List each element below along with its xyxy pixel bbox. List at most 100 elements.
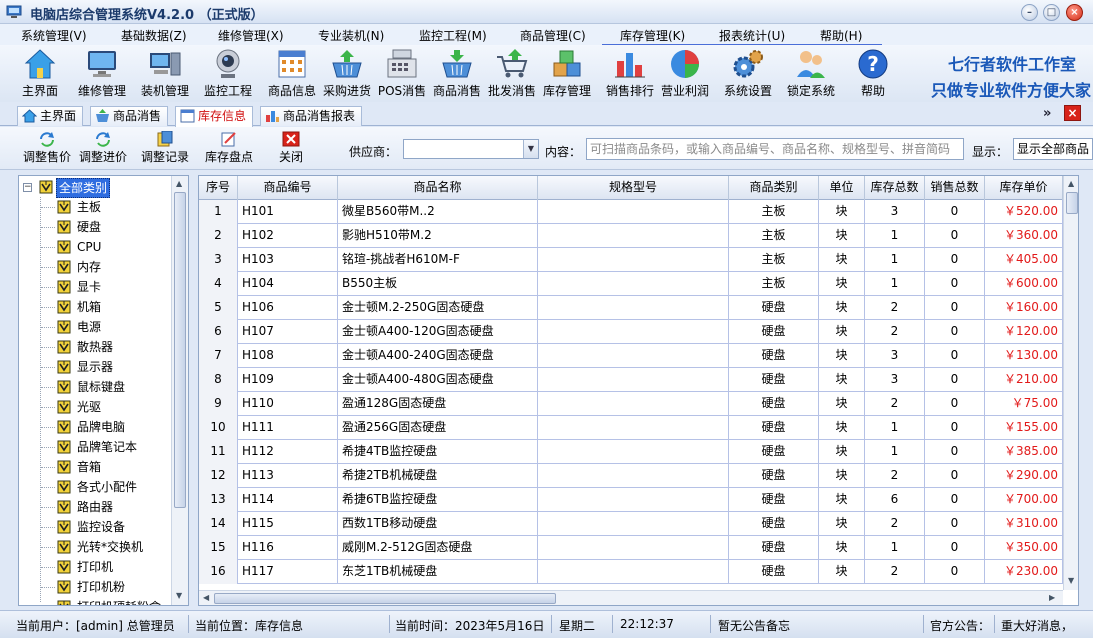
tree-item[interactable]: 监控设备 [19,517,169,537]
display-filter-select[interactable]: 显示全部商品 [1013,138,1093,160]
maximize-button[interactable]: □ [1043,4,1060,21]
menu-help[interactable]: 帮助(H) [820,27,862,44]
collapse-icon[interactable]: − [23,183,32,192]
table-row[interactable]: 5 H106 金士顿M.2-250G固态硬盘 硬盘块 2 0 ￥160.00 [199,296,1063,320]
column-header[interactable]: 商品类别 [729,176,819,200]
toolbar-goods-sales-button[interactable]: 商品消售 [426,45,488,101]
table-row[interactable]: 11 H112 希捷4TB监控硬盘 硬盘块 1 0 ￥385.00 [199,440,1063,464]
tree-item[interactable]: 品牌电脑 [19,417,169,437]
grid-vertical-scrollbar[interactable]: ▲ ▼ [1063,176,1078,590]
scroll-up-icon[interactable]: ▲ [1068,179,1074,188]
toolbar-inventory-button[interactable]: 库存管理 [536,45,598,101]
adjust-cost-price-button[interactable]: 调整进价 [79,131,127,165]
menu-reports[interactable]: 报表统计(U) [719,27,785,44]
tree-item[interactable]: 打印机 [19,557,169,577]
status-notice[interactable]: 重大好消息， [1001,617,1073,634]
column-header[interactable]: 销售总数 [925,176,985,200]
menu-goods[interactable]: 商品管理(C) [520,27,586,44]
scroll-down-icon[interactable]: ▼ [176,591,182,600]
tab-sales-report[interactable]: 商品消售报表 [260,106,363,126]
tree-item[interactable]: 硬盘 [19,217,169,237]
tab-goods-sales[interactable]: 商品消售 [90,106,169,126]
table-row[interactable]: 4 H104 B550主板 主板块 1 0 ￥600.00 [199,272,1063,296]
table-row[interactable]: 8 H109 金士顿A400-480G固态硬盘 硬盘块 3 0 ￥210.00 [199,368,1063,392]
toolbar-goods-info-button[interactable]: 商品信息 [261,45,323,101]
toolbar-home-button[interactable]: 主界面 [9,45,71,101]
menu-base-data[interactable]: 基础数据(Z) [121,27,187,44]
column-header[interactable]: 规格型号 [538,176,729,200]
tree-item[interactable]: 电源 [19,317,169,337]
tree-item[interactable]: 路由器 [19,497,169,517]
scroll-right-icon[interactable]: ▶ [1049,593,1055,602]
grid-horizontal-scrollbar[interactable]: ◀ ▶ [199,590,1063,605]
column-header[interactable]: 序号 [199,176,238,200]
scroll-left-icon[interactable]: ◀ [203,593,209,602]
stocktake-button[interactable]: 库存盘点 [205,131,253,165]
table-row[interactable]: 1 H101 微星B560带M..2 主板块 3 0 ￥520.00 [199,200,1063,224]
table-row[interactable]: 10 H111 盈通256G固态硬盘 硬盘块 1 0 ￥155.00 [199,416,1063,440]
adjust-sale-price-button[interactable]: 调整售价 [23,131,71,165]
toolbar-pos-button[interactable]: POS消售 [371,45,433,101]
tree-item[interactable]: 内存 [19,257,169,277]
table-row[interactable]: 15 H116 威刚M.2-512G固态硬盘 硬盘块 1 0 ￥350.00 [199,536,1063,560]
tab-inventory-info[interactable]: 库存信息 [175,106,254,127]
toolbar-help-button[interactable]: ? 帮助 [842,45,904,101]
grid-vscroll-thumb[interactable] [1066,192,1078,214]
chevron-down-icon[interactable]: ▼ [523,140,538,158]
tree-root-item[interactable]: − 全部类别 [19,177,169,198]
table-row[interactable]: 6 H107 金士顿A400-120G固态硬盘 硬盘块 2 0 ￥120.00 [199,320,1063,344]
menu-repair[interactable]: 维修管理(X) [218,27,284,44]
toolbar-purchase-button[interactable]: 采购进货 [316,45,378,101]
toolbar-sales-ranking-button[interactable]: 销售排行 [599,45,661,101]
toolbar-assembly-button[interactable]: 装机管理 [134,45,196,101]
table-row[interactable]: 16 H117 东芝1TB机械硬盘 硬盘块 2 0 ￥230.00 [199,560,1063,584]
tree-item[interactable]: 光驱 [19,397,169,417]
tree-item[interactable]: 打印机粉 [19,577,169,597]
adjust-records-button[interactable]: 调整记录 [141,131,189,165]
table-row[interactable]: 2 H102 影驰H510带M.2 主板块 1 0 ￥360.00 [199,224,1063,248]
scroll-up-icon[interactable]: ▲ [176,179,182,188]
table-row[interactable]: 13 H114 希捷6TB监控硬盘 硬盘块 6 0 ￥700.00 [199,488,1063,512]
tree-scroll-thumb[interactable] [174,192,186,508]
tree-item[interactable]: 光转*交换机 [19,537,169,557]
menu-monitoring[interactable]: 监控工程(M) [419,27,487,44]
close-window-button[interactable]: × [1066,4,1083,21]
tree-item[interactable]: 打印机硬耗粉盒 [19,597,169,605]
column-header[interactable]: 商品名称 [338,176,538,200]
menu-system[interactable]: 系统管理(V) [21,27,87,44]
scroll-down-icon[interactable]: ▼ [1068,576,1074,585]
minimize-button[interactable]: – [1021,4,1038,21]
table-row[interactable]: 14 H115 西数1TB移动硬盘 硬盘块 2 0 ￥310.00 [199,512,1063,536]
menu-assembly[interactable]: 专业装机(N) [318,27,384,44]
close-button[interactable]: 关闭 [279,131,303,165]
tree-item[interactable]: 音箱 [19,457,169,477]
tree-item[interactable]: 散热器 [19,337,169,357]
supplier-select[interactable]: ▼ [403,139,539,159]
tree-item[interactable]: 显卡 [19,277,169,297]
menu-inventory[interactable]: 库存管理(K) [620,27,685,44]
tree-item[interactable]: 机箱 [19,297,169,317]
tree-item[interactable]: 主板 [19,197,169,217]
column-header[interactable]: 库存总数 [865,176,925,200]
toolbar-wholesale-button[interactable]: 批发消售 [481,45,543,101]
toolbar-profit-button[interactable]: 营业利润 [654,45,716,101]
search-input[interactable] [586,138,964,160]
column-header[interactable]: 单位 [819,176,865,200]
tree-item[interactable]: 显示器 [19,357,169,377]
tree-scrollbar[interactable]: ▲ ▼ [171,176,188,605]
table-row[interactable]: 9 H110 盈通128G固态硬盘 硬盘块 2 0 ￥75.00 [199,392,1063,416]
table-row[interactable]: 3 H103 铭瑄-挑战者H610M-F 主板块 1 0 ￥405.00 [199,248,1063,272]
close-tab-button[interactable]: × [1064,105,1081,121]
tree-item[interactable]: 鼠标键盘 [19,377,169,397]
toolbar-settings-button[interactable]: 系统设置 [717,45,779,101]
grid-hscroll-thumb[interactable] [214,593,556,604]
tree-item[interactable]: CPU [19,237,169,257]
column-header[interactable]: 库存单价 [985,176,1063,200]
toolbar-lock-button[interactable]: 锁定系统 [780,45,842,101]
table-row[interactable]: 7 H108 金士顿A400-240G固态硬盘 硬盘块 3 0 ￥130.00 [199,344,1063,368]
tab-scroll-icon[interactable]: » [1043,106,1051,121]
tab-home[interactable]: 主界面 [17,106,84,126]
tree-item[interactable]: 品牌笔记本 [19,437,169,457]
toolbar-repair-button[interactable]: 维修管理 [71,45,133,101]
tree-item[interactable]: 各式小配件 [19,477,169,497]
